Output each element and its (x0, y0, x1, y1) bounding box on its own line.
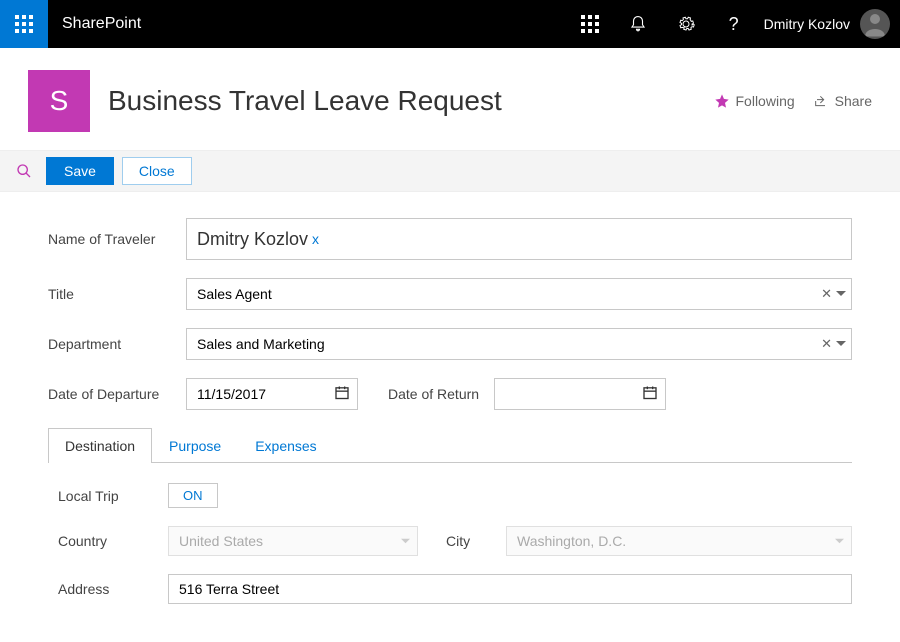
label-depart: Date of Departure (48, 386, 186, 402)
traveler-token: Dmitry Kozlov (197, 229, 308, 250)
label-title: Title (48, 286, 186, 302)
label-address: Address (58, 581, 168, 597)
command-bar: Save Close (0, 150, 900, 192)
title-dropdown[interactable] (836, 286, 846, 302)
row-local-trip: Local Trip ON (48, 483, 852, 508)
tab-destination[interactable]: Destination (48, 428, 152, 463)
chevron-down-icon (836, 339, 846, 349)
row-title: Title ✕ (48, 278, 852, 310)
app-launcher-button[interactable] (0, 0, 48, 48)
title-clear[interactable]: ✕ (819, 284, 834, 304)
avatar (860, 9, 890, 39)
return-date-picker[interactable] (642, 385, 658, 404)
row-address: Address (48, 574, 852, 604)
department-dropdown[interactable] (836, 336, 846, 352)
row-dates: Date of Departure Date of Return (48, 378, 852, 410)
tab-strip: Destination Purpose Expenses (48, 428, 852, 463)
form: Name of Traveler Dmitry Kozlov x Title ✕… (0, 192, 900, 642)
panel-destination: Local Trip ON Country City Address (48, 483, 852, 604)
country-dropdown[interactable] (401, 533, 410, 549)
city-dropdown[interactable] (835, 533, 844, 549)
chevron-down-icon (401, 537, 410, 546)
user-menu[interactable]: Dmitry Kozlov (758, 9, 900, 39)
close-button[interactable]: Close (122, 157, 192, 185)
depart-date-picker[interactable] (334, 385, 350, 404)
return-date-input[interactable] (494, 378, 666, 410)
tab-expenses[interactable]: Expenses (238, 428, 333, 463)
country-select[interactable] (168, 526, 418, 556)
address-input[interactable] (168, 574, 852, 604)
notifications-button[interactable] (614, 0, 662, 48)
label-department: Department (48, 336, 186, 352)
depart-date-input[interactable] (186, 378, 358, 410)
save-button[interactable]: Save (46, 157, 114, 185)
traveler-people-picker[interactable]: Dmitry Kozlov x (186, 218, 852, 260)
label-local-trip: Local Trip (58, 488, 168, 504)
label-traveler: Name of Traveler (48, 231, 186, 247)
chevron-down-icon (836, 289, 846, 299)
calendar-icon (334, 385, 350, 401)
share-button[interactable]: Share (813, 93, 872, 109)
calendar-icon (642, 385, 658, 401)
apps-button[interactable] (566, 0, 614, 48)
follow-label: Following (736, 93, 795, 109)
grid-icon (581, 15, 599, 33)
row-department: Department ✕ (48, 328, 852, 360)
label-city: City (446, 533, 506, 549)
waffle-icon (15, 15, 33, 33)
global-nav: SharePoint ? Dmitry Kozlov (0, 0, 900, 48)
follow-button[interactable]: Following (714, 93, 795, 109)
department-combobox[interactable] (186, 328, 852, 360)
page-title: Business Travel Leave Request (108, 85, 502, 117)
share-label: Share (835, 93, 872, 109)
site-tile[interactable]: S (28, 70, 90, 132)
search-icon (16, 163, 32, 179)
row-traveler: Name of Traveler Dmitry Kozlov x (48, 218, 852, 260)
search-button[interactable] (10, 157, 38, 185)
local-trip-toggle[interactable]: ON (168, 483, 218, 508)
user-name: Dmitry Kozlov (764, 16, 850, 32)
row-country-city: Country City (48, 526, 852, 556)
brand-label: SharePoint (48, 15, 566, 33)
page-header: S Business Travel Leave Request Followin… (0, 48, 900, 150)
department-clear[interactable]: ✕ (819, 334, 834, 354)
gear-icon (677, 15, 695, 33)
label-country: Country (58, 533, 168, 549)
city-select[interactable] (506, 526, 852, 556)
star-icon (714, 93, 730, 109)
title-combobox[interactable] (186, 278, 852, 310)
tab-purpose[interactable]: Purpose (152, 428, 238, 463)
header-actions: Following Share (714, 93, 873, 109)
share-icon (813, 93, 829, 109)
traveler-remove[interactable]: x (312, 231, 319, 247)
bell-icon (629, 15, 647, 33)
top-icon-group: ? Dmitry Kozlov (566, 0, 900, 48)
help-button[interactable]: ? (710, 0, 758, 48)
settings-button[interactable] (662, 0, 710, 48)
chevron-down-icon (835, 537, 844, 546)
label-return: Date of Return (358, 386, 494, 402)
